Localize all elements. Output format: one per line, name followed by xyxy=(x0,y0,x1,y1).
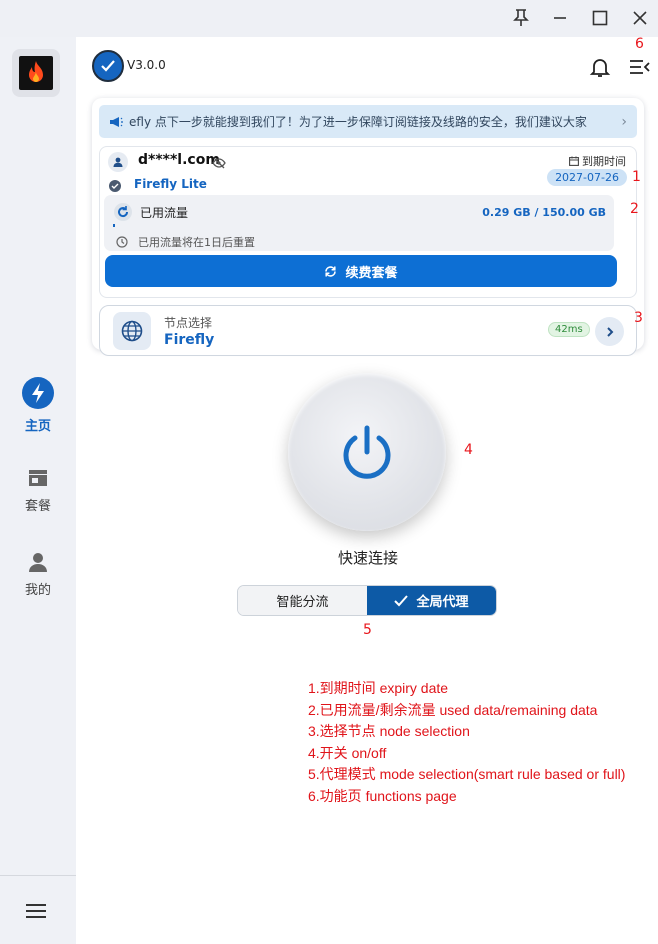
sidebar-item-label: 主页 xyxy=(24,419,51,434)
bell-icon[interactable] xyxy=(588,55,612,79)
person-icon xyxy=(29,553,47,572)
chevron-right-icon[interactable] xyxy=(595,317,624,346)
annotation-marker: 5 xyxy=(363,622,372,638)
notice-text: efly 点下一步就能搜到我们了！为了进一步保障订阅链接及线路的安全，我们建议大… xyxy=(129,115,587,129)
sidebar-divider xyxy=(0,875,76,876)
legend-line: 6.功能页 functions page xyxy=(308,787,457,804)
traffic-panel: 已用流量 0.29 GB / 150.00 GB 已用流量将在1日后重置 xyxy=(104,195,614,251)
expiry-label-text: 到期时间 xyxy=(582,155,626,168)
pin-icon[interactable] xyxy=(506,4,536,32)
sidebar-item-home[interactable]: 主页 xyxy=(0,377,76,447)
account-info: d****l.com Firefly Lite 到期时间 2027-07-26 … xyxy=(99,146,637,298)
verified-icon xyxy=(109,177,121,196)
store-icon xyxy=(29,470,47,486)
chevron-right-icon: › xyxy=(621,114,627,130)
proxy-mode-selector: 智能分流 全局代理 xyxy=(237,585,497,616)
node-select-label: 节点选择 xyxy=(164,316,213,330)
calendar-icon xyxy=(569,156,579,166)
app-logo xyxy=(12,49,60,97)
power-icon xyxy=(343,425,391,479)
check-icon xyxy=(394,594,409,606)
flame-icon xyxy=(29,61,43,82)
globe-icon xyxy=(113,312,151,350)
user-email: d****l.com xyxy=(138,152,220,168)
legend-line: 1.到期时间 expiry date xyxy=(308,680,449,696)
node-name: Firefly xyxy=(164,332,215,348)
check-badge-icon xyxy=(92,50,124,82)
sidebar: 主页 套餐 我的 xyxy=(0,37,76,944)
sidebar-item-plans[interactable]: 套餐 xyxy=(0,467,76,537)
account-card: efly 点下一步就能搜到我们了！为了进一步保障订阅链接及线路的安全，我们建议大… xyxy=(92,98,644,356)
clock-icon xyxy=(116,233,128,252)
plan-name: Firefly Lite xyxy=(134,177,207,191)
legend-line: 5.代理模式 mode selection(smart rule based o… xyxy=(308,766,626,783)
annotation-marker: 2 xyxy=(630,201,639,217)
title-bar xyxy=(0,0,658,37)
annotation-marker: 1 xyxy=(632,169,641,185)
eye-off-icon[interactable] xyxy=(212,154,226,173)
close-icon[interactable] xyxy=(625,4,655,32)
legend-line: 3.选择节点 node selection xyxy=(308,723,470,740)
hamburger-icon[interactable] xyxy=(22,899,50,923)
sidebar-item-label: 我的 xyxy=(24,583,51,598)
legend-line: 2.已用流量/剩余流量 used data/remaining data xyxy=(308,701,598,718)
version-label: V3.0.0 xyxy=(127,58,166,72)
mode-label: 全局代理 xyxy=(416,595,469,610)
annotation-marker: 3 xyxy=(634,310,643,326)
expiry-date: 2027-07-26 xyxy=(547,169,627,186)
notice-banner[interactable]: efly 点下一步就能搜到我们了！为了进一步保障订阅链接及线路的安全，我们建议大… xyxy=(99,105,637,138)
annotation-marker: 4 xyxy=(464,442,473,458)
menu-collapse-icon[interactable] xyxy=(627,55,651,79)
traffic-value: 0.29 GB / 150.00 GB xyxy=(482,206,606,219)
sidebar-item-profile[interactable]: 我的 xyxy=(0,551,76,621)
traffic-progress xyxy=(113,224,115,227)
user-icon xyxy=(108,152,128,172)
mode-smart-rule[interactable]: 智能分流 xyxy=(238,586,367,615)
renew-plan-label: 续费套餐 xyxy=(345,265,398,281)
expiry-label: 到期时间 xyxy=(569,153,626,169)
lightning-icon xyxy=(22,377,54,409)
sidebar-item-label: 套餐 xyxy=(24,499,51,514)
megaphone-icon xyxy=(110,116,123,127)
renew-plan-button[interactable]: 续费套餐 xyxy=(105,255,617,287)
node-selector[interactable]: 节点选择 Firefly 42ms xyxy=(99,305,637,356)
minimize-icon[interactable] xyxy=(545,4,575,32)
renew-icon xyxy=(325,265,337,277)
refresh-icon xyxy=(114,203,132,225)
mode-label: 智能分流 xyxy=(276,595,329,610)
latency-badge: 42ms xyxy=(548,322,590,337)
traffic-label: 已用流量 xyxy=(140,206,189,220)
annotation-marker: 6 xyxy=(635,36,644,52)
main-panel: V3.0.0 6 efly 点下一步就能搜到我们了！为了进一步保障订阅链接及线路… xyxy=(76,36,658,944)
quick-connect-label: 快速连接 xyxy=(337,549,398,567)
mode-global-proxy[interactable]: 全局代理 xyxy=(367,586,496,615)
power-button[interactable] xyxy=(288,373,446,531)
maximize-icon[interactable] xyxy=(585,4,615,32)
traffic-reset-text: 已用流量将在1日后重置 xyxy=(138,236,255,249)
legend-line: 4.开关 on/off xyxy=(308,744,387,761)
annotation-legend: 1.到期时间 expiry date 2.已用流量/剩余流量 used data… xyxy=(308,678,625,808)
